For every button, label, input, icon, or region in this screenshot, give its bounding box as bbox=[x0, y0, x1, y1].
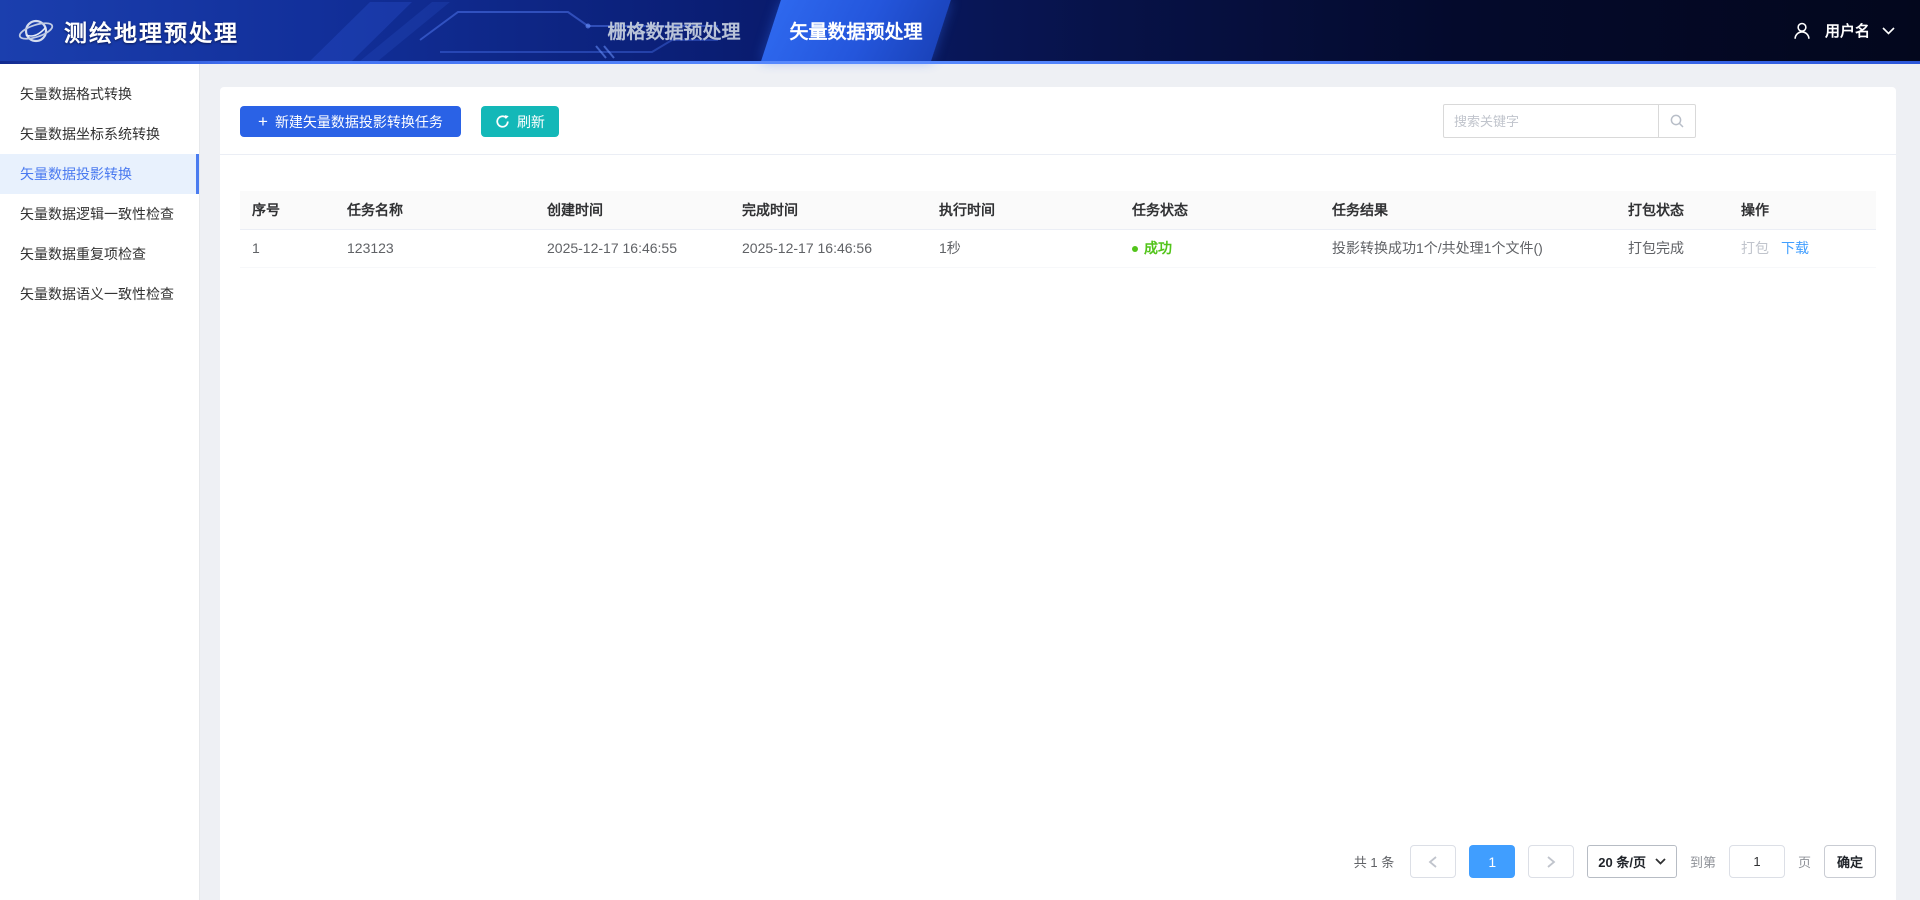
user-menu[interactable]: 用户名 bbox=[1791, 0, 1895, 61]
package-action-link[interactable]: 打包 bbox=[1741, 240, 1769, 256]
refresh-button[interactable]: 刷新 bbox=[480, 106, 559, 137]
cell-duration: 1秒 bbox=[927, 229, 1120, 268]
chevron-left-icon bbox=[1428, 855, 1437, 868]
next-page-button[interactable] bbox=[1528, 845, 1575, 878]
new-task-button[interactable]: + 新建矢量数据投影转换任务 bbox=[240, 106, 461, 137]
download-action-link[interactable]: 下载 bbox=[1781, 240, 1809, 256]
sidebar-item-logic-consistency-check[interactable]: 矢量数据逻辑一致性检查 bbox=[0, 194, 199, 234]
brand: 测绘地理预处理 bbox=[18, 0, 239, 61]
page-1-button[interactable]: 1 bbox=[1469, 845, 1516, 878]
main-panel: + 新建矢量数据投影转换任务 刷新 搜索关键字 序号 任务名称 创建时间 完成时… bbox=[220, 87, 1896, 900]
cell-index: 1 bbox=[240, 229, 335, 268]
search-icon bbox=[1670, 114, 1684, 128]
goto-suffix-label: 页 bbox=[1797, 855, 1811, 870]
search-input[interactable] bbox=[1443, 104, 1659, 138]
plus-icon: + bbox=[258, 112, 268, 131]
sidebar-item-coordsys-convert[interactable]: 矢量数据坐标系统转换 bbox=[0, 114, 199, 154]
cell-actions: 打包 下载 bbox=[1729, 229, 1876, 268]
task-table: 序号 任务名称 创建时间 完成时间 执行时间 任务状态 任务结果 打包状态 操作… bbox=[240, 191, 1876, 268]
col-package-status: 打包状态 bbox=[1616, 191, 1729, 230]
col-finished-at: 完成时间 bbox=[730, 191, 927, 230]
pagination-total: 共 1 条 bbox=[1353, 855, 1395, 870]
cell-result: 投影转换成功1个/共处理1个文件() bbox=[1320, 229, 1616, 268]
logo-icon bbox=[18, 19, 54, 42]
goto-page-input[interactable] bbox=[1728, 845, 1785, 878]
search-button[interactable] bbox=[1658, 104, 1696, 138]
cell-package-status: 打包完成 bbox=[1616, 229, 1729, 268]
page-size-value: 20 条/页 bbox=[1598, 855, 1646, 870]
user-name: 用户名 bbox=[1824, 23, 1870, 40]
sidebar-item-semantic-consistency-check[interactable]: 矢量数据语义一致性检查 bbox=[0, 274, 199, 314]
goto-prefix-label: 到第 bbox=[1689, 855, 1716, 870]
sidebar-menu: 矢量数据格式转换 矢量数据坐标系统转换 矢量数据投影转换 矢量数据逻辑一致性检查… bbox=[0, 64, 200, 900]
search-group bbox=[1443, 104, 1696, 138]
confirm-button[interactable]: 确定 bbox=[1823, 845, 1876, 878]
app-title: 测绘地理预处理 bbox=[64, 19, 239, 46]
col-index: 序号 bbox=[240, 191, 335, 230]
refresh-icon bbox=[496, 115, 509, 128]
new-task-label: 新建矢量数据投影转换任务 bbox=[274, 113, 443, 130]
col-actions: 操作 bbox=[1729, 191, 1876, 230]
sidebar-item-duplicate-check[interactable]: 矢量数据重复项检查 bbox=[0, 234, 199, 274]
cell-status: 成功 bbox=[1120, 229, 1320, 268]
tab-raster-label: 栅格数据预处理 bbox=[607, 22, 741, 43]
status-text: 成功 bbox=[1144, 240, 1172, 256]
table-header-row: 序号 任务名称 创建时间 完成时间 执行时间 任务状态 任务结果 打包状态 操作 bbox=[240, 191, 1876, 230]
prev-page-button[interactable] bbox=[1410, 845, 1457, 878]
user-icon bbox=[1794, 22, 1810, 39]
status-dot bbox=[1132, 246, 1138, 252]
tab-vector-preprocess[interactable]: 矢量数据预处理 bbox=[771, 0, 941, 61]
tab-raster-preprocess[interactable]: 栅格数据预处理 bbox=[601, 17, 747, 44]
cell-task-name: 123123 bbox=[335, 229, 535, 268]
col-task-name: 任务名称 bbox=[335, 191, 535, 230]
select-chevron-icon bbox=[1655, 858, 1666, 865]
app-header: 测绘地理预处理 栅格数据预处理 矢量数据预处理 用户名 bbox=[0, 0, 1920, 64]
chevron-right-icon bbox=[1547, 855, 1556, 868]
chevron-down-icon bbox=[1882, 26, 1895, 35]
col-result: 任务结果 bbox=[1320, 191, 1616, 230]
refresh-label: 刷新 bbox=[516, 113, 545, 130]
table-row: 1 123123 2025-12-17 16:46:55 2025-12-17 … bbox=[240, 229, 1876, 268]
col-status: 任务状态 bbox=[1120, 191, 1320, 230]
cell-created-at: 2025-12-17 16:46:55 bbox=[535, 229, 730, 268]
col-duration: 执行时间 bbox=[927, 191, 1120, 230]
toolbar: + 新建矢量数据投影转换任务 刷新 bbox=[220, 87, 1896, 155]
sidebar-item-projection-convert[interactable]: 矢量数据投影转换 bbox=[0, 154, 199, 194]
page-size-select[interactable]: 20 条/页 bbox=[1587, 845, 1677, 878]
header-tabs: 栅格数据预处理 矢量数据预处理 bbox=[601, 0, 941, 61]
tab-vector-label: 矢量数据预处理 bbox=[789, 22, 923, 43]
cell-finished-at: 2025-12-17 16:46:56 bbox=[730, 229, 927, 268]
col-created-at: 创建时间 bbox=[535, 191, 730, 230]
pagination: 共 1 条 1 20 条/页 到第 页 确定 bbox=[1354, 845, 1876, 878]
sidebar-item-format-convert[interactable]: 矢量数据格式转换 bbox=[0, 74, 199, 114]
